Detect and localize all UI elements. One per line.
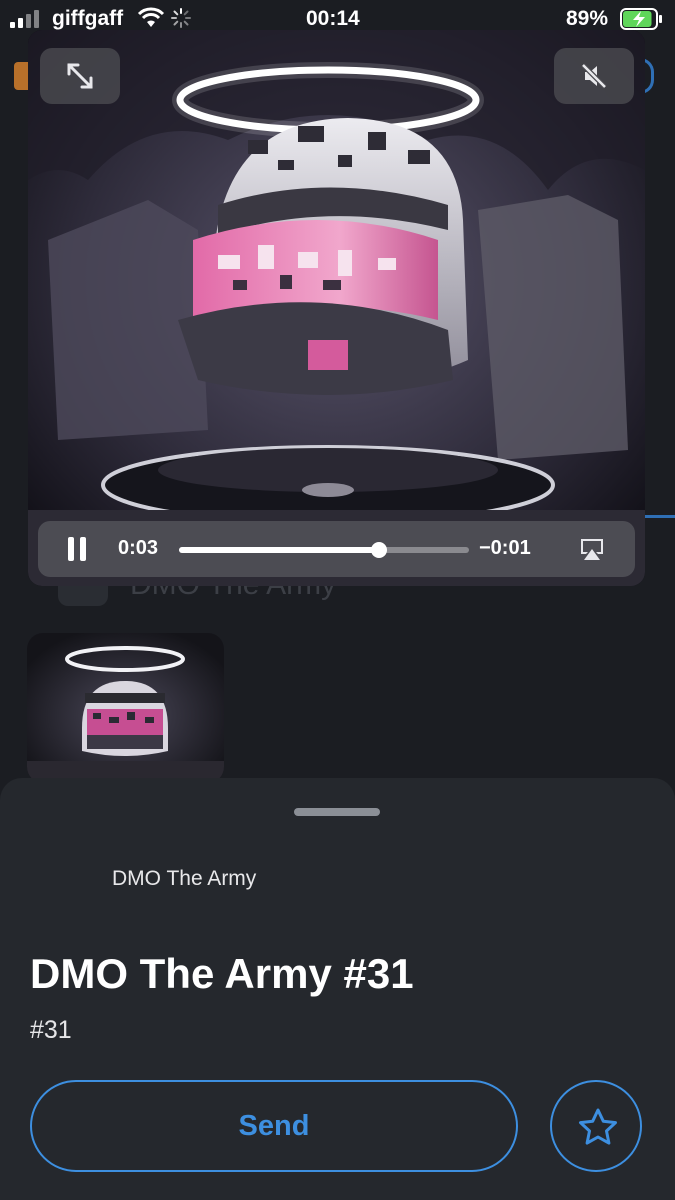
airplay-button[interactable] bbox=[578, 535, 606, 563]
status-bar: giffgaff 00:14 89% bbox=[0, 0, 675, 38]
status-time: 00:14 bbox=[306, 7, 360, 30]
carrier-name: giffgaff bbox=[52, 7, 124, 30]
speaker-muted-icon bbox=[581, 63, 607, 89]
expand-arrows-icon bbox=[67, 63, 93, 89]
send-button[interactable]: Send bbox=[30, 1080, 518, 1172]
video-player[interactable]: 0:03 −0:01 bbox=[28, 30, 645, 586]
battery-percent: 89% bbox=[566, 7, 609, 30]
fullscreen-button[interactable] bbox=[40, 48, 120, 104]
playback-controls: 0:03 −0:01 bbox=[38, 521, 635, 577]
pause-icon-bar-left bbox=[68, 537, 74, 561]
progress-knob[interactable] bbox=[371, 542, 388, 558]
remaining-time: −0:01 bbox=[479, 537, 531, 559]
favorite-button[interactable] bbox=[550, 1080, 642, 1172]
nft-video-frame bbox=[28, 30, 645, 586]
elapsed-time: 0:03 bbox=[118, 537, 159, 559]
wifi-icon bbox=[137, 7, 165, 27]
token-number: #31 bbox=[30, 1016, 72, 1044]
mute-button[interactable] bbox=[554, 48, 634, 104]
battery-charging-icon bbox=[620, 8, 662, 30]
sheet-drag-handle[interactable] bbox=[294, 808, 380, 816]
collection-name[interactable]: DMO The Army bbox=[112, 867, 256, 891]
progress-fill bbox=[179, 547, 380, 553]
nft-title: DMO The Army #31 bbox=[30, 950, 414, 997]
star-icon bbox=[579, 1108, 617, 1145]
activity-spinner-icon bbox=[171, 8, 191, 28]
nft-thumbnail[interactable] bbox=[27, 633, 224, 783]
progress-slider[interactable] bbox=[179, 542, 469, 558]
cellular-signal-icon bbox=[10, 10, 39, 28]
nft-detail-sheet: DMO The Army DMO The Army #31 #31 Send bbox=[0, 778, 675, 1200]
pause-icon-bar-right bbox=[80, 537, 86, 561]
helmet-thumbnail-image bbox=[27, 633, 224, 783]
